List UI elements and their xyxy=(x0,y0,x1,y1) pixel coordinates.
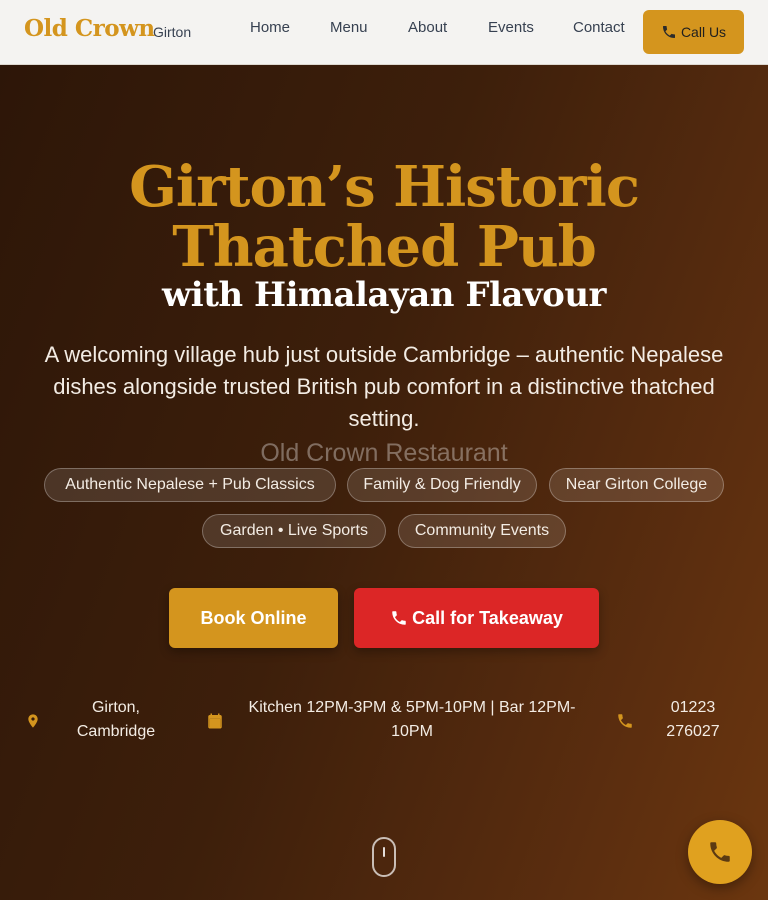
opening-hours-text: Kitchen 12PM-3PM & 5PM-10PM | Bar 12PM-1… xyxy=(248,699,576,740)
phone-number-text[interactable]: 01223 276027 xyxy=(652,696,734,744)
nav-home[interactable]: Home xyxy=(250,19,290,36)
phone-icon xyxy=(662,26,675,38)
site-header: Old Crown Girton Home Menu About Events … xyxy=(0,0,768,65)
hero-description: A welcoming village hub just outside Cam… xyxy=(44,342,724,431)
location-text: Girton, Cambridge xyxy=(76,699,156,740)
feature-chip: Community Events xyxy=(398,514,566,548)
call-us-label: Call Us xyxy=(680,24,727,40)
scroll-mouse-icon[interactable] xyxy=(372,837,396,877)
restaurant-ghost-text: Old Crown Restaurant xyxy=(260,439,508,467)
feature-chip: Family & Dog Friendly xyxy=(347,468,537,502)
call-us-button[interactable]: Call Us xyxy=(643,10,744,54)
hero-title-line2: Thatched Pub xyxy=(172,214,597,280)
map-pin-icon xyxy=(28,714,38,728)
scroll-wheel xyxy=(383,847,385,857)
phone-icon xyxy=(710,842,730,862)
call-for-takeaway-button[interactable]: Call for Takeaway xyxy=(354,588,599,648)
feature-chip: Authentic Nepalese + Pub Classics xyxy=(44,468,336,502)
hero-section: Girton’s Historic Thatched Pub with Hima… xyxy=(0,65,768,900)
hero-subtitle: with Himalayan Flavour xyxy=(162,275,606,315)
nav-menu[interactable]: Menu xyxy=(330,19,368,36)
brand-location: Girton xyxy=(153,24,192,40)
calendar-icon xyxy=(208,713,222,729)
feature-chip: Near Girton College xyxy=(549,468,724,502)
brand-logo[interactable]: Old Crown xyxy=(24,15,155,42)
phone-icon xyxy=(618,714,632,728)
hero-title-line1: Girton’s Historic xyxy=(129,154,640,220)
call-for-takeaway-label: Call for Takeaway xyxy=(412,607,563,628)
nav-about[interactable]: About xyxy=(408,19,447,36)
floating-call-button[interactable] xyxy=(688,820,752,884)
book-online-button[interactable]: Book Online xyxy=(169,588,338,648)
nav-events[interactable]: Events xyxy=(488,19,534,36)
feature-chip: Garden • Live Sports xyxy=(202,514,386,548)
phone-icon xyxy=(392,611,406,625)
nav-contact[interactable]: Contact xyxy=(573,19,625,36)
